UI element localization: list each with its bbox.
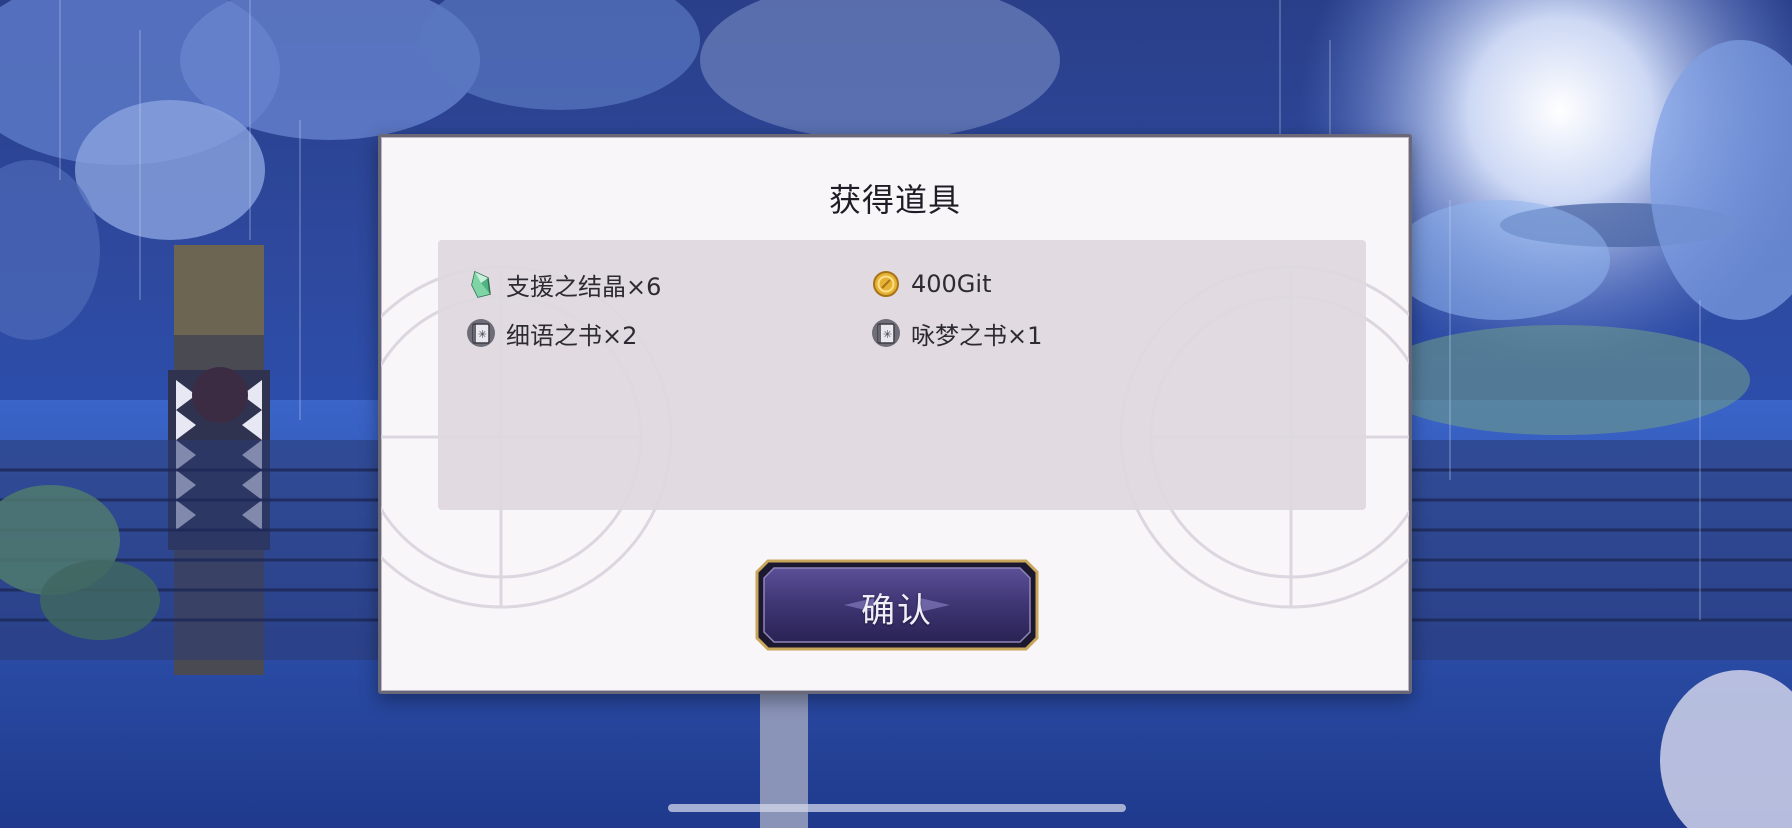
- dialog-title: 获得道具: [828, 181, 961, 219]
- svg-text:✳: ✳: [478, 328, 487, 341]
- gold-coin-icon: [871, 269, 901, 299]
- item-obtained-dialog: 获得道具 支援之结晶×6 400Git ✳ 细语之书×2 ✳ 咏梦之书×1 确认: [378, 134, 1412, 694]
- reward-item-label: 400Git: [911, 270, 992, 298]
- reward-item: 400Git: [871, 266, 991, 302]
- reward-item: ✳ 咏梦之书×1: [871, 315, 1042, 351]
- crystal-icon: [466, 269, 496, 299]
- home-indicator[interactable]: [668, 804, 1126, 812]
- book-icon: ✳: [466, 318, 496, 348]
- reward-item-label: 支援之结晶×6: [506, 272, 662, 301]
- svg-text:✳: ✳: [883, 328, 892, 341]
- reward-item: ✳ 细语之书×2: [466, 315, 637, 351]
- reward-item-label: 咏梦之书×1: [911, 321, 1043, 350]
- reward-item: 支援之结晶×6: [466, 266, 661, 302]
- book-icon: ✳: [871, 318, 901, 348]
- reward-item-label: 细语之书×2: [506, 321, 638, 350]
- confirm-button[interactable]: 确认: [754, 558, 1040, 652]
- confirm-button-label: 确认: [861, 591, 933, 631]
- reward-items-panel: 支援之结晶×6 400Git ✳ 细语之书×2 ✳ 咏梦之书×1: [438, 240, 1366, 510]
